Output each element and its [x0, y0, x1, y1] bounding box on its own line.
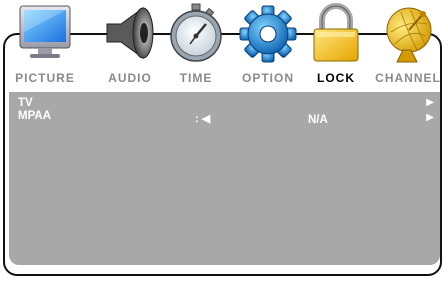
tab-label-lock: LOCK: [317, 71, 355, 85]
top-tab-bar: PICTURE AUDIO TIME OPTION LOCK CHANNEL: [0, 0, 448, 92]
stopwatch-icon: [170, 3, 222, 62]
tab-option[interactable]: OPTION: [231, 0, 305, 92]
tab-label-channel: CHANNEL: [375, 71, 441, 85]
gear-icon: [239, 5, 297, 63]
tab-audio[interactable]: AUDIO: [93, 0, 167, 92]
picture-monitor-icon: [19, 5, 71, 58]
tab-label-picture: PICTURE: [15, 71, 75, 85]
tab-picture[interactable]: PICTURE: [8, 0, 82, 92]
tab-label-option: OPTION: [241, 71, 294, 85]
mpaa-rating-value: N/A: [308, 114, 328, 126]
tab-label-audio: AUDIO: [108, 71, 152, 85]
setting-label-mpaa: MPAA: [18, 110, 52, 122]
padlock-icon: [313, 3, 359, 62]
speaker-icon: [106, 7, 154, 59]
lock-settings-panel: TV ▶ MPAA : ◀ N/A ▶: [9, 92, 440, 265]
setting-label-tv: TV: [18, 97, 33, 109]
tv-right-arrow-icon[interactable]: ▶: [426, 97, 434, 108]
tab-time[interactable]: TIME: [159, 0, 233, 92]
mpaa-right-arrow-icon[interactable]: ▶: [426, 112, 434, 123]
mpaa-left-arrow-icon[interactable]: : ◀: [195, 112, 210, 125]
tab-channel[interactable]: CHANNEL: [371, 0, 445, 92]
satellite-dish-icon: [386, 7, 432, 63]
tab-label-time: TIME: [179, 71, 213, 85]
tab-lock[interactable]: LOCK: [299, 0, 373, 92]
